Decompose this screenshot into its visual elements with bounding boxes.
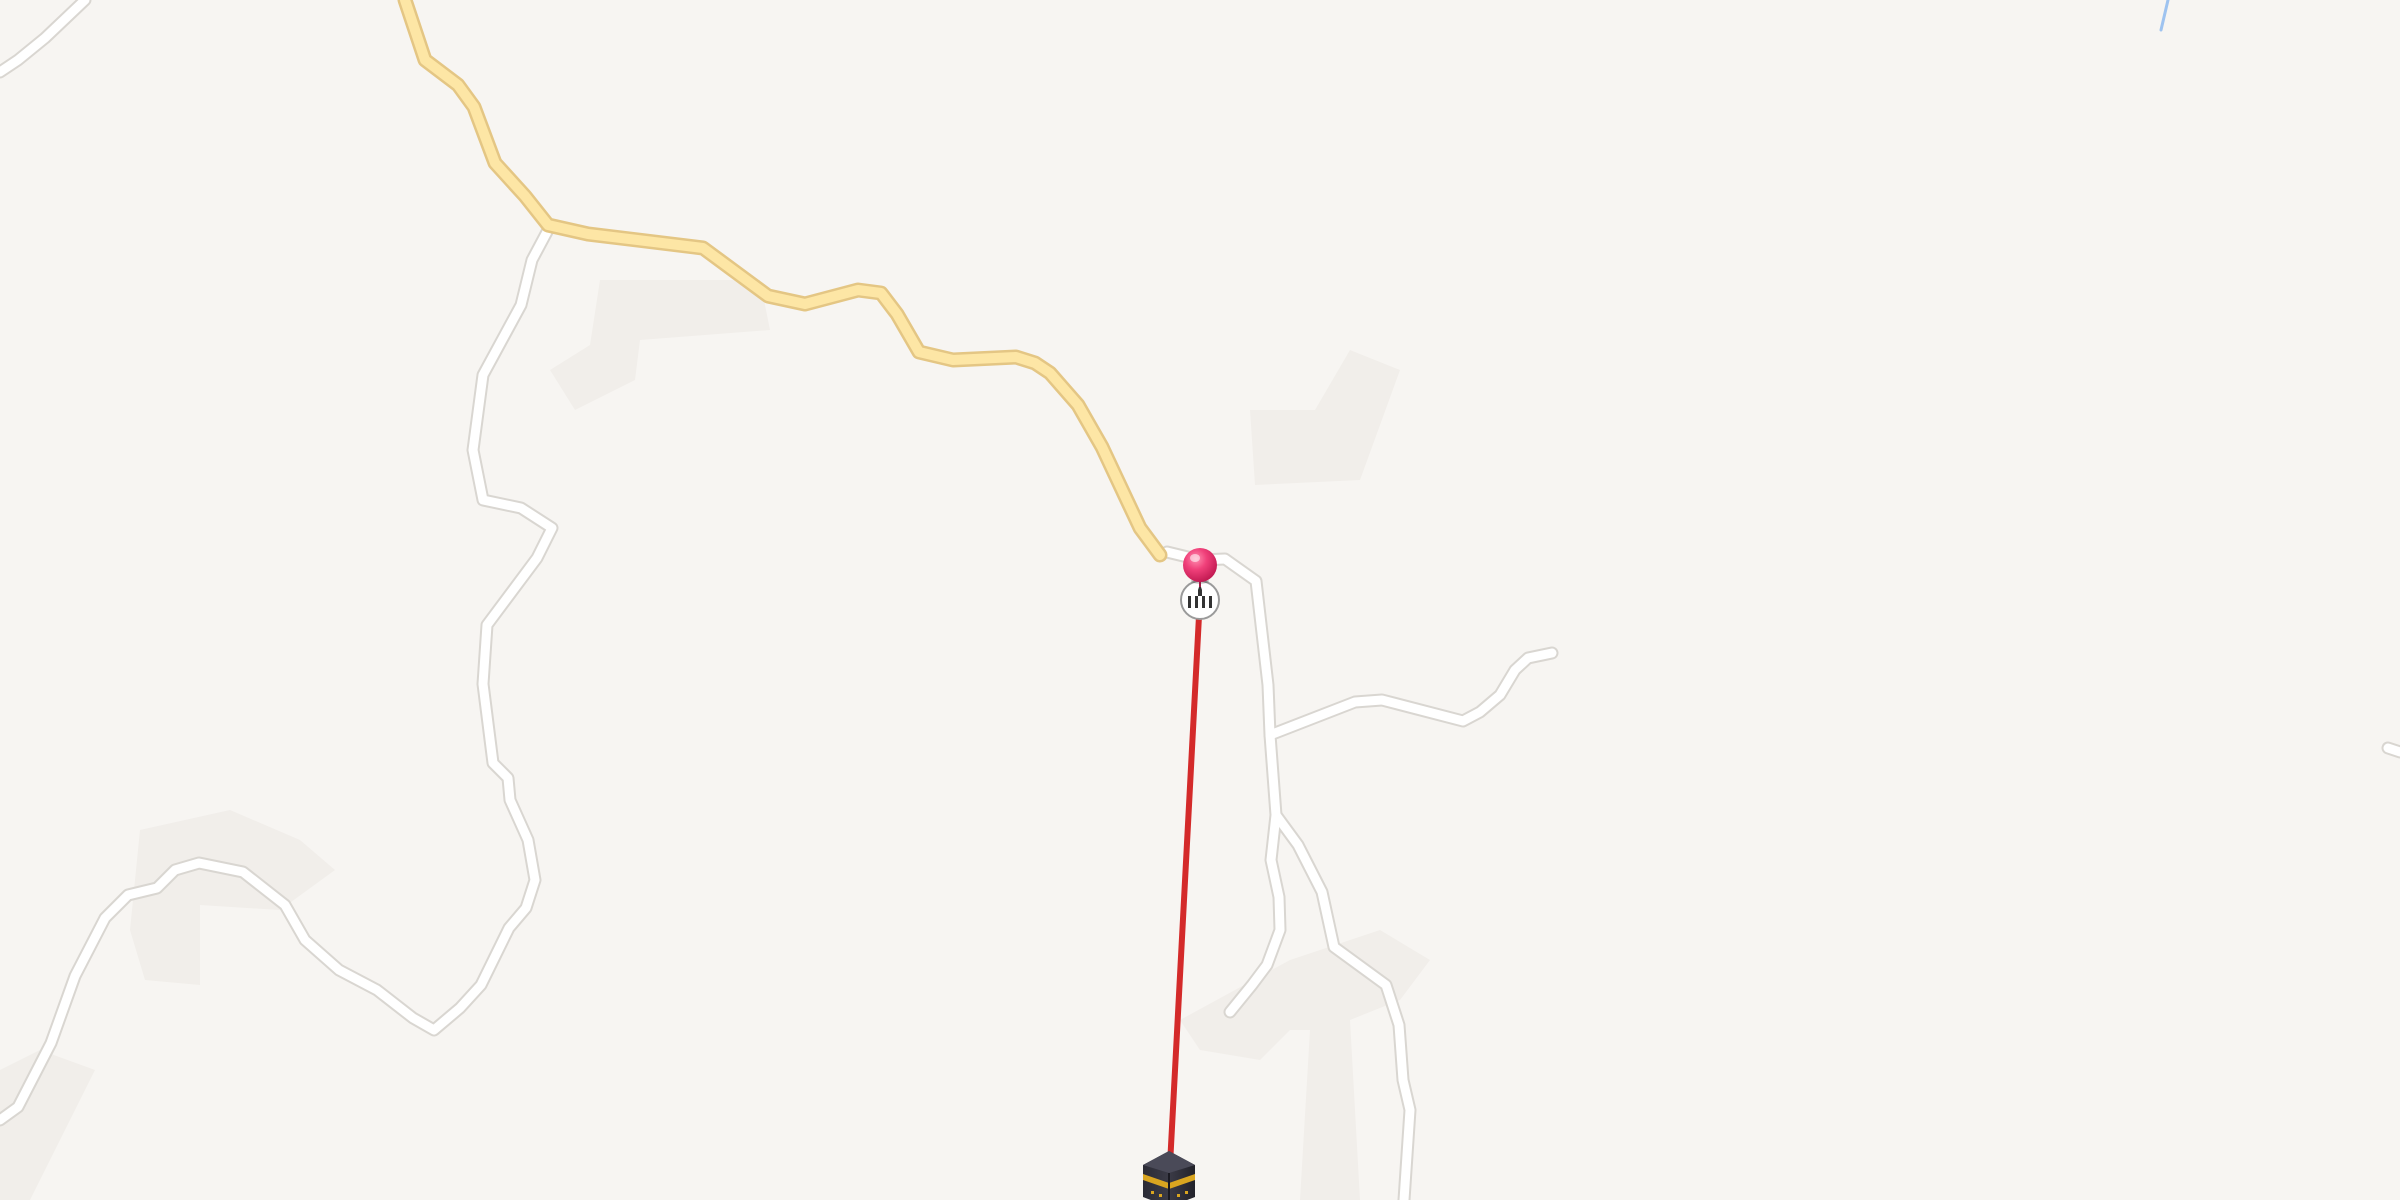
stream	[2159, 0, 2170, 32]
landcover-layer	[0, 280, 1430, 1200]
minor-road	[0, 225, 557, 1125]
water-layer	[2159, 0, 2170, 32]
minor-road	[1265, 648, 1557, 740]
landcover-area	[130, 810, 335, 985]
kaaba-icon[interactable]	[1143, 1151, 1195, 1200]
landcover-area	[1250, 350, 1400, 485]
landcover-area	[0, 1050, 95, 1200]
major-road-layer	[397, 0, 1168, 563]
minor-road	[2383, 743, 2400, 757]
landcover-area	[550, 280, 770, 410]
qibla-direction-line	[1167, 594, 1203, 1168]
location-pin-icon[interactable]	[1183, 548, 1217, 587]
minor-road	[0, 0, 90, 77]
map-canvas[interactable]	[0, 0, 2400, 1200]
major-road	[400, 0, 1165, 560]
landcover-area	[1180, 930, 1430, 1200]
map-svg[interactable]	[0, 0, 2400, 1200]
